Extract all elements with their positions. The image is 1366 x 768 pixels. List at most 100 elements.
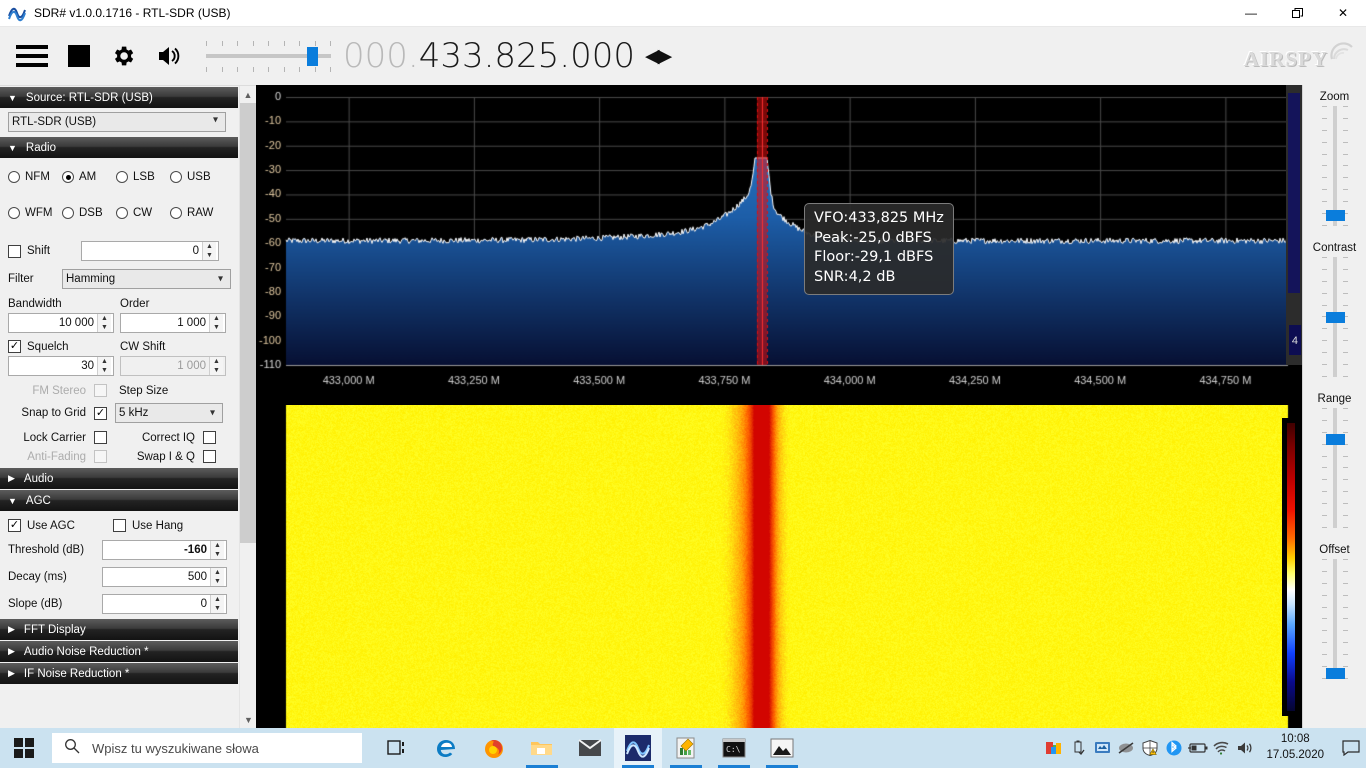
security-warning-icon[interactable] bbox=[1138, 728, 1162, 768]
mode-option-dsb[interactable]: DSB bbox=[62, 207, 116, 219]
stop-square-icon[interactable] bbox=[68, 45, 90, 67]
mode-option-nfm[interactable]: NFM bbox=[8, 171, 62, 183]
shift-spinner[interactable]: ▲ ▼ bbox=[202, 242, 216, 260]
search-input[interactable]: Wpisz tu wyszukiwane słowa bbox=[52, 733, 362, 763]
squelch-spinner[interactable]: ▲ ▼ bbox=[97, 357, 111, 375]
mode-option-am[interactable]: AM bbox=[62, 171, 116, 183]
radio-button-icon[interactable] bbox=[116, 207, 128, 219]
radio-button-icon[interactable] bbox=[170, 171, 182, 183]
mode-option-lsb[interactable]: LSB bbox=[116, 171, 170, 183]
bandwidth-input[interactable]: 10 000 ▲ ▼ bbox=[8, 313, 114, 333]
windows-logo-icon[interactable] bbox=[0, 728, 48, 768]
contrast-slider[interactable] bbox=[1312, 257, 1358, 377]
radio-button-icon[interactable] bbox=[116, 171, 128, 183]
source-device-dropdown[interactable]: RTL-SDR (USB) ▾ bbox=[0, 108, 226, 132]
task-view-icon[interactable] bbox=[374, 728, 422, 768]
order-input[interactable]: 1 000 ▲ ▼ bbox=[120, 313, 226, 333]
group-header-agc[interactable]: ▼ AGC bbox=[0, 490, 238, 511]
radio-button-icon[interactable] bbox=[8, 171, 20, 183]
usb-eject-icon[interactable] bbox=[1066, 728, 1090, 768]
group-header-if-noise-reduction[interactable]: ▶ IF Noise Reduction * bbox=[0, 663, 238, 684]
frequency-step-arrows-icon[interactable]: ◀▶ bbox=[645, 45, 672, 67]
volume-slider[interactable] bbox=[206, 39, 331, 73]
zoom-slider-track[interactable] bbox=[1332, 106, 1337, 226]
hamburger-menu-icon[interactable] bbox=[16, 45, 48, 67]
slope-spinner[interactable]: ▲ ▼ bbox=[210, 595, 224, 613]
radio-button-selected-icon[interactable] bbox=[62, 171, 74, 183]
decay-input[interactable]: 500 ▲ ▼ bbox=[102, 567, 227, 587]
spectrum-indicator-bar[interactable] bbox=[1288, 93, 1300, 293]
use-hang-checkbox[interactable] bbox=[113, 519, 126, 532]
close-button[interactable]: ✕ bbox=[1320, 0, 1366, 27]
mode-option-usb[interactable]: USB bbox=[170, 171, 224, 183]
zoom-slider-thumb[interactable] bbox=[1325, 210, 1345, 221]
slope-input[interactable]: 0 ▲ ▼ bbox=[102, 594, 227, 614]
mode-option-wfm[interactable]: WFM bbox=[8, 207, 62, 219]
graphics-settings-icon[interactable] bbox=[1042, 728, 1066, 768]
decay-spinner[interactable]: ▲ ▼ bbox=[210, 568, 224, 586]
threshold-spinner[interactable]: ▲ ▼ bbox=[210, 541, 224, 559]
chevron-up-icon[interactable]: ▲ bbox=[240, 86, 256, 103]
taskbar-clock[interactable]: 10:08 17.05.2020 bbox=[1258, 732, 1336, 763]
contrast-slider-thumb[interactable] bbox=[1325, 312, 1345, 323]
squelch-input[interactable]: 30 ▲ ▼ bbox=[8, 356, 114, 376]
mode-option-cw[interactable]: CW bbox=[116, 207, 170, 219]
filter-dropdown[interactable]: Hamming ▾ bbox=[62, 269, 231, 289]
notification-icon[interactable] bbox=[1336, 728, 1366, 768]
photos-icon[interactable] bbox=[758, 728, 806, 768]
file-explorer-icon[interactable] bbox=[518, 728, 566, 768]
group-header-radio[interactable]: ▼ Radio bbox=[0, 137, 238, 158]
mail-icon[interactable] bbox=[566, 728, 614, 768]
filter-select[interactable]: Hamming bbox=[62, 269, 231, 289]
threshold-input[interactable]: -160 ▲ ▼ bbox=[102, 540, 227, 560]
shift-input[interactable]: 0 ▲ ▼ bbox=[81, 241, 219, 261]
sidebar-scroll-thumb[interactable] bbox=[240, 103, 256, 543]
terminal-icon[interactable]: C:\ bbox=[710, 728, 758, 768]
sdrsharp-icon[interactable] bbox=[614, 728, 662, 768]
snap-to-grid-checkbox[interactable] bbox=[94, 406, 107, 420]
minimize-button[interactable]: — bbox=[1228, 0, 1274, 27]
volume-icon[interactable] bbox=[1234, 728, 1258, 768]
spectrum-analyzer[interactable]: 4 VFO:433,825 MHz Peak:-25,0 dBFS Floor:… bbox=[256, 85, 1302, 405]
offset-slider[interactable] bbox=[1312, 559, 1358, 679]
group-header-audio-noise-reduction[interactable]: ▶ Audio Noise Reduction * bbox=[0, 641, 238, 662]
shift-checkbox[interactable] bbox=[8, 244, 21, 258]
battery-icon[interactable] bbox=[1186, 728, 1210, 768]
range-slider-track[interactable] bbox=[1332, 408, 1337, 528]
lock-carrier-checkbox[interactable] bbox=[94, 431, 107, 444]
sidebar-scrollbar[interactable]: ▲ ▼ bbox=[239, 86, 256, 728]
waterfall-canvas[interactable] bbox=[256, 405, 1302, 728]
correct-iq-checkbox[interactable] bbox=[203, 431, 216, 444]
waterfall-display[interactable] bbox=[256, 405, 1302, 728]
wifi-icon[interactable] bbox=[1210, 728, 1234, 768]
use-agc-checkbox[interactable] bbox=[8, 519, 21, 532]
volume-slider-thumb[interactable] bbox=[307, 47, 318, 66]
step-size-select[interactable]: 5 kHz bbox=[115, 403, 223, 423]
radio-button-icon[interactable] bbox=[62, 207, 74, 219]
chevron-down-icon[interactable]: ▼ bbox=[240, 711, 256, 728]
squelch-checkbox[interactable] bbox=[8, 340, 21, 353]
offset-slider-track[interactable] bbox=[1332, 559, 1337, 679]
firefox-browser-icon[interactable] bbox=[470, 728, 518, 768]
mode-option-raw[interactable]: RAW bbox=[170, 207, 224, 219]
range-slider-thumb[interactable] bbox=[1325, 434, 1345, 445]
group-header-audio[interactable]: ▶ Audio bbox=[0, 468, 238, 489]
edge-browser-icon[interactable] bbox=[422, 728, 470, 768]
radio-button-icon[interactable] bbox=[8, 207, 20, 219]
group-header-source[interactable]: ▼ Source: RTL-SDR (USB) bbox=[0, 87, 238, 108]
network-monitor-icon[interactable] bbox=[1090, 728, 1114, 768]
group-header-fft-display[interactable]: ▶ FFT Display bbox=[0, 619, 238, 640]
source-device-select[interactable]: RTL-SDR (USB) bbox=[8, 112, 226, 132]
order-spinner[interactable]: ▲ ▼ bbox=[209, 314, 223, 332]
bandwidth-spinner[interactable]: ▲ ▼ bbox=[97, 314, 111, 332]
zoom-slider[interactable] bbox=[1312, 106, 1358, 226]
step-size-dropdown[interactable]: 5 kHz ▾ bbox=[115, 403, 223, 423]
range-slider[interactable] bbox=[1312, 408, 1358, 528]
radio-button-icon[interactable] bbox=[170, 207, 182, 219]
swap-iq-checkbox[interactable] bbox=[203, 450, 216, 463]
notepad-editor-icon[interactable] bbox=[662, 728, 710, 768]
bluetooth-icon[interactable] bbox=[1162, 728, 1186, 768]
offset-slider-thumb[interactable] bbox=[1325, 668, 1345, 679]
spectrum-canvas[interactable] bbox=[256, 85, 1302, 405]
frequency-value[interactable]: 433.825.000 bbox=[419, 36, 635, 76]
